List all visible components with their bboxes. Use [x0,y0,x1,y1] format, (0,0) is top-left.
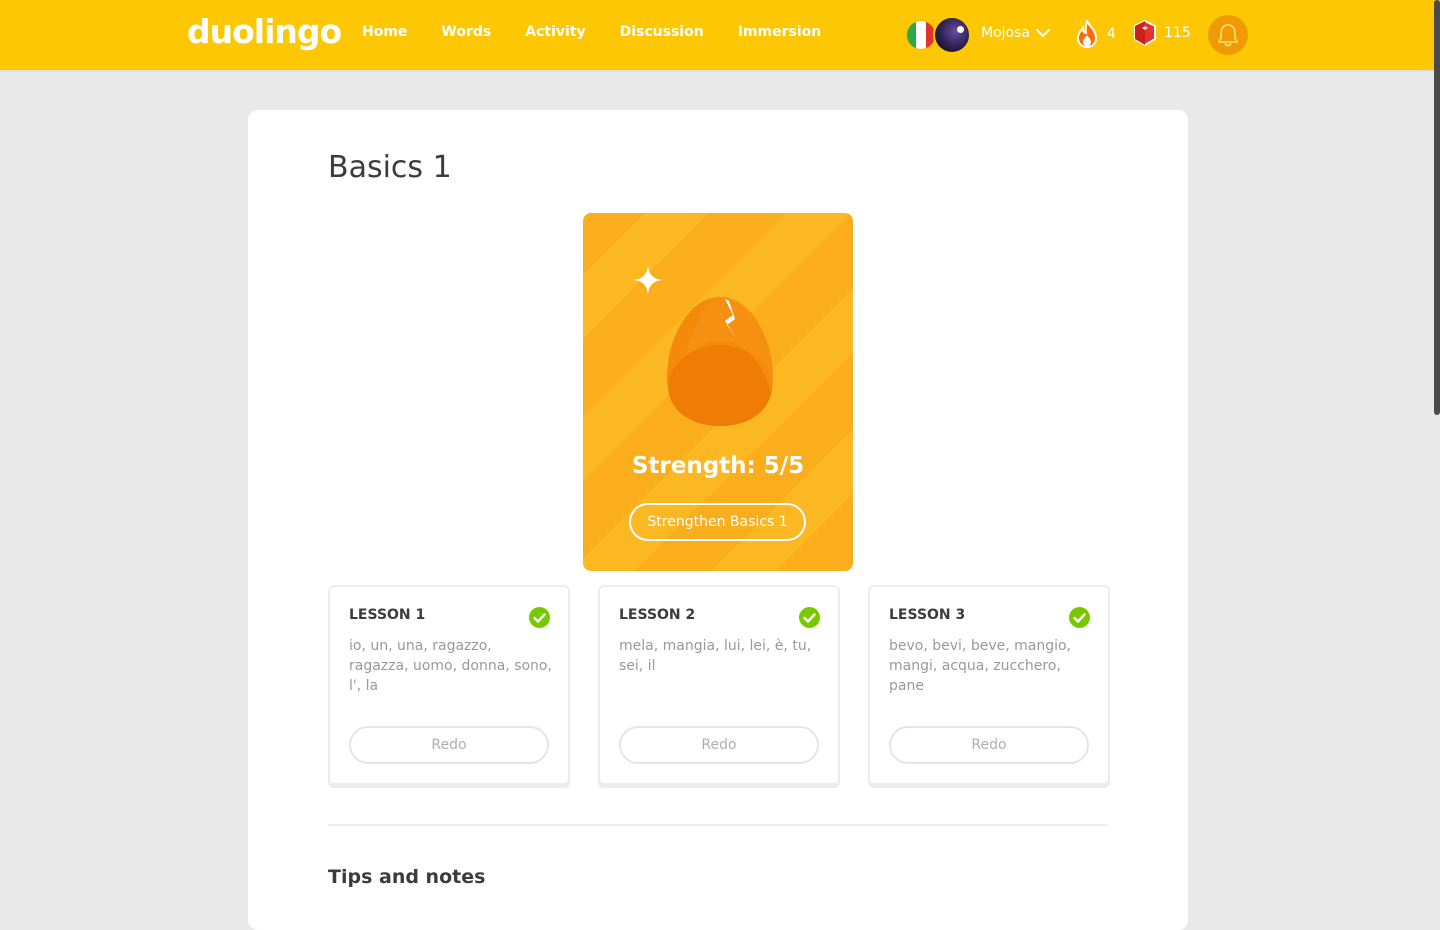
strengthen-skill-button[interactable]: Strengthen Basics 1 [629,503,806,541]
main-nav: Home Words Activity Discussion Immersion [362,24,855,40]
nav-words-link[interactable]: Words [441,24,491,40]
skill-strength-card: Strength: 5/5 Strengthen Basics 1 [583,213,853,571]
lesson-card-2: LESSON 2 mela, mangia, lui, lei, è, tu, … [598,585,840,785]
streak-count: 4 [1107,26,1116,42]
lesson-title: LESSON 3 [889,607,966,623]
streak-counter[interactable]: 4 [1075,20,1116,48]
gems-counter[interactable]: 115 [1134,20,1191,46]
nav-immersion-link[interactable]: Immersion [738,24,822,40]
lesson-card-1: LESSON 1 io, un, una, ragazzo, ragazza, … [328,585,570,785]
lesson-words: io, un, una, ragazzo, ragazza, uomo, don… [349,638,552,694]
chevron-down-icon [1035,28,1050,37]
gems-count: 115 [1164,25,1191,41]
lesson-title: LESSON 1 [349,607,426,623]
checkmark-icon [529,607,550,628]
italian-flag-icon[interactable] [906,20,936,50]
lesson-words: mela, mangia, lui, lei, è, tu, sei, il [619,638,812,674]
nav-home-link[interactable]: Home [362,24,407,40]
sparkle-icon [633,265,663,295]
lesson-words: bevo, bevi, beve, mangio, mangi, acqua, … [889,638,1072,694]
nav-discussion-link[interactable]: Discussion [620,24,704,40]
user-menu[interactable]: Mojosa [981,25,1050,41]
redo-lesson-1-button[interactable]: Redo [349,726,549,764]
page-title: Basics 1 [328,150,452,185]
page-scrollbar[interactable] [1434,0,1440,415]
gem-icon [1134,20,1156,46]
notifications-button[interactable] [1208,15,1248,55]
duolingo-logo[interactable]: duolingo [187,12,342,51]
tips-and-notes-heading[interactable]: Tips and notes [328,866,485,888]
flame-icon [1076,20,1098,48]
top-navigation-bar: duolingo Home Words Activity Discussion … [0,0,1440,70]
redo-lesson-3-button[interactable]: Redo [889,726,1089,764]
checkmark-icon [1069,607,1090,628]
lesson-card-3: LESSON 3 bevo, bevi, beve, mangio, mangi… [868,585,1110,785]
checkmark-icon [799,607,820,628]
lesson-title: LESSON 2 [619,607,696,623]
redo-lesson-2-button[interactable]: Redo [619,726,819,764]
bell-icon [1218,24,1238,47]
username-label: Mojosa [981,25,1030,41]
user-avatar[interactable] [933,16,971,54]
section-divider [328,824,1108,826]
cracked-egg-icon [667,297,773,426]
skill-page-card: Basics 1 Strength: 5/5 Strengthen Basics… [248,110,1188,930]
strength-label: Strength: 5/5 [631,453,805,479]
nav-activity-link[interactable]: Activity [525,24,585,40]
